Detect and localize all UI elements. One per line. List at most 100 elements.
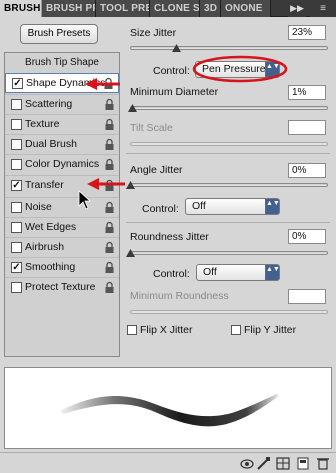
option-shape-dynamics[interactable]: ✓ Shape Dynamics [5, 73, 119, 93]
control-label-2: Control: [142, 203, 179, 215]
stroke-preview-graphic [60, 394, 279, 427]
option-label: Dual Brush [25, 138, 77, 150]
lock-icon[interactable] [104, 98, 115, 111]
tab-brush-presets[interactable]: BRUSH PRE [42, 0, 96, 17]
delete-icon[interactable] [316, 457, 330, 470]
panel-menu-icon[interactable]: ≡ [310, 0, 336, 17]
option-checkbox[interactable] [11, 159, 22, 170]
control-select-1-value: Pen Pressure [202, 63, 266, 75]
option-label: Protect Texture [25, 281, 96, 293]
option-checkbox[interactable]: ✓ [11, 180, 22, 191]
size-jitter-field[interactable]: 23% [288, 25, 326, 40]
lock-icon[interactable] [104, 138, 115, 151]
flip-x-label: Flip X Jitter [140, 324, 193, 336]
option-label: Smoothing [25, 261, 76, 273]
new-preset-icon[interactable] [296, 457, 310, 470]
option-smoothing[interactable]: ✓ Smoothing [5, 257, 119, 277]
size-jitter-slider-thumb[interactable] [171, 44, 181, 52]
lock-icon[interactable] [104, 201, 115, 214]
tilt-scale-label: Tilt Scale [130, 122, 173, 134]
minimum-diameter-label: Minimum Diameter [130, 86, 219, 98]
brush-presets-button[interactable]: Brush Presets [20, 24, 98, 44]
option-transfer[interactable]: ✓ Transfer [5, 175, 119, 195]
minimum-diameter-slider[interactable] [130, 106, 328, 110]
angle-jitter-slider-thumb[interactable] [126, 181, 135, 189]
option-checkbox[interactable] [11, 282, 22, 293]
option-scattering[interactable]: Scattering [5, 94, 119, 114]
flip-y-label: Flip Y Jitter [244, 324, 297, 336]
flip-x-checkbox[interactable] [127, 325, 137, 335]
option-airbrush[interactable]: Airbrush [5, 237, 119, 257]
brush-options-list: Brush Tip Shape ✓ Shape Dynamics Scatterin… [4, 52, 120, 357]
grid-icon[interactable] [276, 457, 290, 470]
minimum-diameter-slider-thumb[interactable] [127, 104, 137, 112]
select-arrows-icon: ▲▼ [265, 62, 280, 77]
option-noise[interactable]: Noise [5, 197, 119, 217]
control-select-3[interactable]: Off ▲▼ [196, 264, 280, 281]
roundness-jitter-field[interactable]: 0% [288, 229, 326, 244]
option-label: Wet Edges [25, 221, 77, 233]
minimum-diameter-field[interactable]: 1% [288, 85, 326, 100]
option-checkbox[interactable] [11, 119, 22, 130]
option-label: Transfer [25, 179, 64, 191]
divider [126, 222, 330, 223]
option-wet-edges[interactable]: Wet Edges [5, 217, 119, 237]
lock-icon[interactable] [103, 77, 114, 90]
select-arrows-icon: ▲▼ [265, 199, 280, 214]
size-jitter-slider[interactable] [130, 46, 328, 50]
lock-icon[interactable] [104, 158, 115, 171]
angle-jitter-label: Angle Jitter [130, 164, 183, 176]
tab-3d[interactable]: 3D [200, 0, 221, 17]
divider [126, 153, 330, 154]
option-checkbox[interactable] [11, 222, 22, 233]
angle-jitter-slider[interactable] [130, 183, 328, 187]
option-checkbox[interactable]: ✓ [11, 262, 22, 273]
option-label: Shape Dynamics [26, 77, 106, 89]
roundness-jitter-slider[interactable] [130, 251, 328, 255]
roundness-jitter-slider-thumb[interactable] [126, 249, 135, 257]
control-select-1[interactable]: Pen Pressure ▲▼ [195, 61, 280, 78]
option-dual-brush[interactable]: Dual Brush [5, 134, 119, 154]
lock-icon[interactable] [104, 261, 115, 274]
select-arrows-icon: ▲▼ [265, 265, 280, 280]
option-checkbox[interactable] [11, 202, 22, 213]
control-select-2[interactable]: Off ▲▼ [185, 198, 280, 215]
option-label: Airbrush [25, 241, 65, 253]
option-label: Texture [25, 118, 60, 130]
panel-tab-bar: BRUSH BRUSH PRE TOOL PRE CLONE SO 3D ONO… [0, 0, 336, 17]
size-jitter-label: Size Jitter [130, 27, 177, 39]
tab-brush[interactable]: BRUSH [0, 0, 42, 17]
toggle-live-tip-preview-icon[interactable] [240, 457, 254, 470]
control-label-3: Control: [153, 268, 190, 280]
control-select-2-value: Off [192, 200, 206, 212]
angle-jitter-field[interactable]: 0% [288, 163, 326, 178]
brush-stroke-preview [4, 367, 332, 449]
lock-icon[interactable] [104, 118, 115, 131]
flip-y-checkbox[interactable] [231, 325, 241, 335]
option-texture[interactable]: Texture [5, 114, 119, 134]
brush-icon[interactable] [256, 457, 270, 470]
panel-bottom-toolbar [0, 452, 336, 473]
option-color-dynamics[interactable]: Color Dynamics [5, 154, 119, 174]
tilt-scale-field [288, 120, 326, 135]
tab-clone-source[interactable]: CLONE SO [150, 0, 200, 17]
minimum-roundness-field [288, 289, 326, 304]
option-checkbox[interactable] [11, 139, 22, 150]
option-checkbox[interactable] [11, 242, 22, 253]
option-label: Noise [25, 201, 52, 213]
tab-overflow-icon[interactable]: ▶▶ [288, 0, 306, 17]
tilt-scale-slider [130, 142, 328, 146]
lock-icon[interactable] [104, 241, 115, 254]
minimum-roundness-label: Minimum Roundness [130, 290, 229, 302]
lock-icon[interactable] [104, 221, 115, 234]
lock-icon[interactable] [104, 281, 115, 294]
brush-tip-shape-item[interactable]: Brush Tip Shape [5, 53, 119, 73]
option-label: Color Dynamics [25, 158, 100, 170]
tab-tool-presets[interactable]: TOOL PRE [96, 0, 150, 17]
lock-icon[interactable] [104, 179, 115, 192]
option-checkbox[interactable]: ✓ [12, 78, 23, 89]
control-label-1: Control: [153, 65, 190, 77]
option-protect-texture[interactable]: Protect Texture [5, 277, 119, 297]
tab-onone[interactable]: ONONE [221, 0, 271, 17]
option-checkbox[interactable] [11, 99, 22, 110]
